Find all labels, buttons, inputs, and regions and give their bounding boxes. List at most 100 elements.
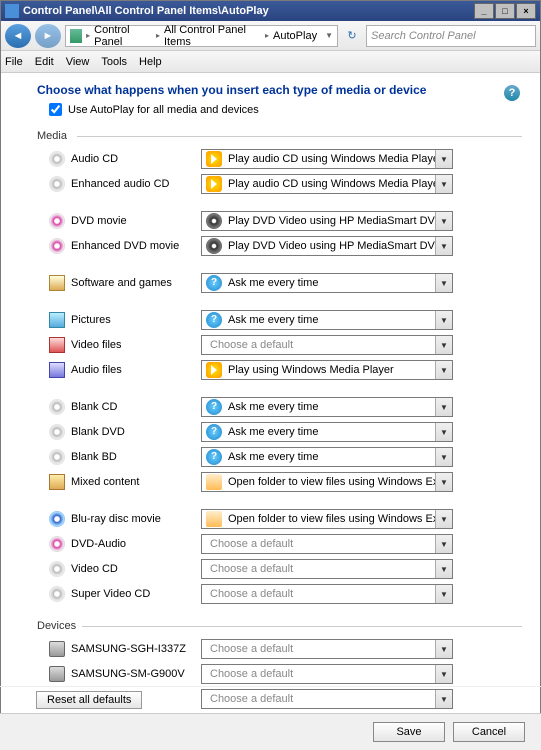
action-dropdown[interactable]: Open folder to view files using Windows … <box>201 472 453 492</box>
app-icon <box>5 4 19 18</box>
menu-view[interactable]: View <box>66 56 90 68</box>
reset-defaults-button[interactable]: Reset all defaults <box>36 691 142 709</box>
action-dropdown[interactable]: ?Ask me every time▼ <box>201 310 453 330</box>
row-label: Enhanced DVD movie <box>71 240 179 252</box>
menu-file[interactable]: File <box>5 56 23 68</box>
action-dropdown[interactable]: Open folder to view files using Windows … <box>201 509 453 529</box>
chevron-down-icon: ▼ <box>435 473 452 491</box>
back-button[interactable]: ◄ <box>5 24 31 48</box>
row-label: Enhanced audio CD <box>71 178 169 190</box>
chevron-down-icon[interactable]: ▼ <box>325 31 333 40</box>
maximize-button[interactable]: □ <box>495 3 515 19</box>
setting-row: DVD moviePlay DVD Video using HP MediaSm… <box>37 210 522 232</box>
dropdown-value: Play DVD Video using HP MediaSmart DVD <box>226 215 435 227</box>
media-type-icon <box>49 213 65 229</box>
action-dropdown[interactable]: ?Ask me every time▼ <box>201 397 453 417</box>
row-label: SAMSUNG-SM-G900V <box>71 668 185 680</box>
section-media: Media <box>37 130 522 142</box>
dropdown-value: Play DVD Video using HP MediaSmart DVD <box>226 240 435 252</box>
breadcrumb-item[interactable]: All Control Panel Items <box>164 24 261 48</box>
dropdown-value: Choose a default <box>208 668 435 680</box>
menu-edit[interactable]: Edit <box>35 56 54 68</box>
dropdown-value: Choose a default <box>208 563 435 575</box>
media-type-icon <box>49 511 65 527</box>
action-dropdown[interactable]: ?Ask me every time▼ <box>201 422 453 442</box>
setting-row: Blank BD ?Ask me every time▼ <box>37 446 522 468</box>
setting-row: DVD-AudioChoose a default▼ <box>37 533 522 555</box>
chevron-down-icon: ▼ <box>435 175 452 193</box>
chevron-down-icon: ▼ <box>435 448 452 466</box>
action-dropdown[interactable]: Play DVD Video using HP MediaSmart DVD▼ <box>201 211 453 231</box>
dropdown-value: Ask me every time <box>226 277 435 289</box>
media-type-icon <box>49 536 65 552</box>
minimize-button[interactable]: _ <box>474 3 494 19</box>
forward-button[interactable]: ► <box>35 24 61 48</box>
dropdown-value-icon <box>206 474 222 490</box>
action-dropdown[interactable]: Choose a default▼ <box>201 664 453 684</box>
row-label: Blank CD <box>71 401 117 413</box>
refresh-button[interactable]: ↻ <box>342 29 362 42</box>
chevron-down-icon: ▼ <box>435 585 452 603</box>
chevron-down-icon: ▼ <box>435 640 452 658</box>
media-type-icon <box>49 337 65 353</box>
action-dropdown[interactable]: ?Ask me every time▼ <box>201 273 453 293</box>
action-dropdown[interactable]: Choose a default▼ <box>201 639 453 659</box>
dropdown-value-icon: ? <box>206 312 222 328</box>
search-input[interactable]: Search Control Panel <box>366 25 536 47</box>
dropdown-value: Choose a default <box>208 588 435 600</box>
page-heading: Choose what happens when you insert each… <box>37 83 522 97</box>
action-dropdown[interactable]: Choose a default▼ <box>201 335 453 355</box>
media-type-icon <box>49 399 65 415</box>
breadcrumb-item[interactable]: Control Panel <box>94 24 152 48</box>
dropdown-value-icon <box>206 238 222 254</box>
action-dropdown[interactable]: Play using Windows Media Player▼ <box>201 360 453 380</box>
chevron-down-icon: ▼ <box>435 398 452 416</box>
dropdown-value: Choose a default <box>208 643 435 655</box>
media-type-icon <box>49 666 65 682</box>
action-dropdown[interactable]: Choose a default▼ <box>201 584 453 604</box>
row-label: Pictures <box>71 314 111 326</box>
help-icon[interactable]: ? <box>504 85 520 101</box>
action-dropdown[interactable]: Play audio CD using Windows Media Player… <box>201 149 453 169</box>
dropdown-value-icon <box>206 176 222 192</box>
save-button[interactable]: Save <box>373 722 445 742</box>
media-type-icon <box>49 561 65 577</box>
setting-row: Software and games ?Ask me every time▼ <box>37 272 522 294</box>
close-button[interactable]: × <box>516 3 536 19</box>
row-label: Video files <box>71 339 122 351</box>
cancel-button[interactable]: Cancel <box>453 722 525 742</box>
dropdown-value-icon: ? <box>206 399 222 415</box>
action-dropdown[interactable]: Play audio CD using Windows Media Player… <box>201 174 453 194</box>
setting-row: Audio filesPlay using Windows Media Play… <box>37 359 522 381</box>
use-autoplay-checkbox[interactable] <box>49 103 62 116</box>
media-type-icon <box>49 449 65 465</box>
menu-tools[interactable]: Tools <box>101 56 127 68</box>
action-dropdown[interactable]: Choose a default▼ <box>201 534 453 554</box>
dropdown-value: Choose a default <box>208 538 435 550</box>
row-label: Blank BD <box>71 451 117 463</box>
chevron-down-icon: ▼ <box>435 665 452 683</box>
action-dropdown[interactable]: Play DVD Video using HP MediaSmart DVD▼ <box>201 236 453 256</box>
breadcrumb-item[interactable]: AutoPlay <box>273 30 317 42</box>
dropdown-value: Play audio CD using Windows Media Player <box>226 178 435 190</box>
row-label: Super Video CD <box>71 588 150 600</box>
media-type-icon <box>49 275 65 291</box>
dropdown-value: Open folder to view files using Windows … <box>226 513 435 525</box>
row-label: Software and games <box>71 277 172 289</box>
chevron-down-icon: ▼ <box>435 510 452 528</box>
setting-row: Mixed contentOpen folder to view files u… <box>37 471 522 493</box>
media-type-icon <box>49 176 65 192</box>
row-label: Blank DVD <box>71 426 125 438</box>
action-dropdown[interactable]: ?Ask me every time▼ <box>201 447 453 467</box>
media-type-icon <box>49 424 65 440</box>
menubar: File Edit View Tools Help <box>1 51 540 73</box>
chevron-down-icon: ▼ <box>435 237 452 255</box>
breadcrumb[interactable]: ▸ Control Panel ▸ All Control Panel Item… <box>65 25 338 47</box>
row-label: SAMSUNG-SGH-I337Z <box>71 643 186 655</box>
menu-help[interactable]: Help <box>139 56 162 68</box>
section-devices: Devices <box>37 620 522 632</box>
action-dropdown[interactable]: Choose a default▼ <box>201 559 453 579</box>
dropdown-value: Play using Windows Media Player <box>226 364 435 376</box>
dropdown-value-icon <box>206 151 222 167</box>
footer: Reset all defaults Save Cancel <box>0 686 541 750</box>
